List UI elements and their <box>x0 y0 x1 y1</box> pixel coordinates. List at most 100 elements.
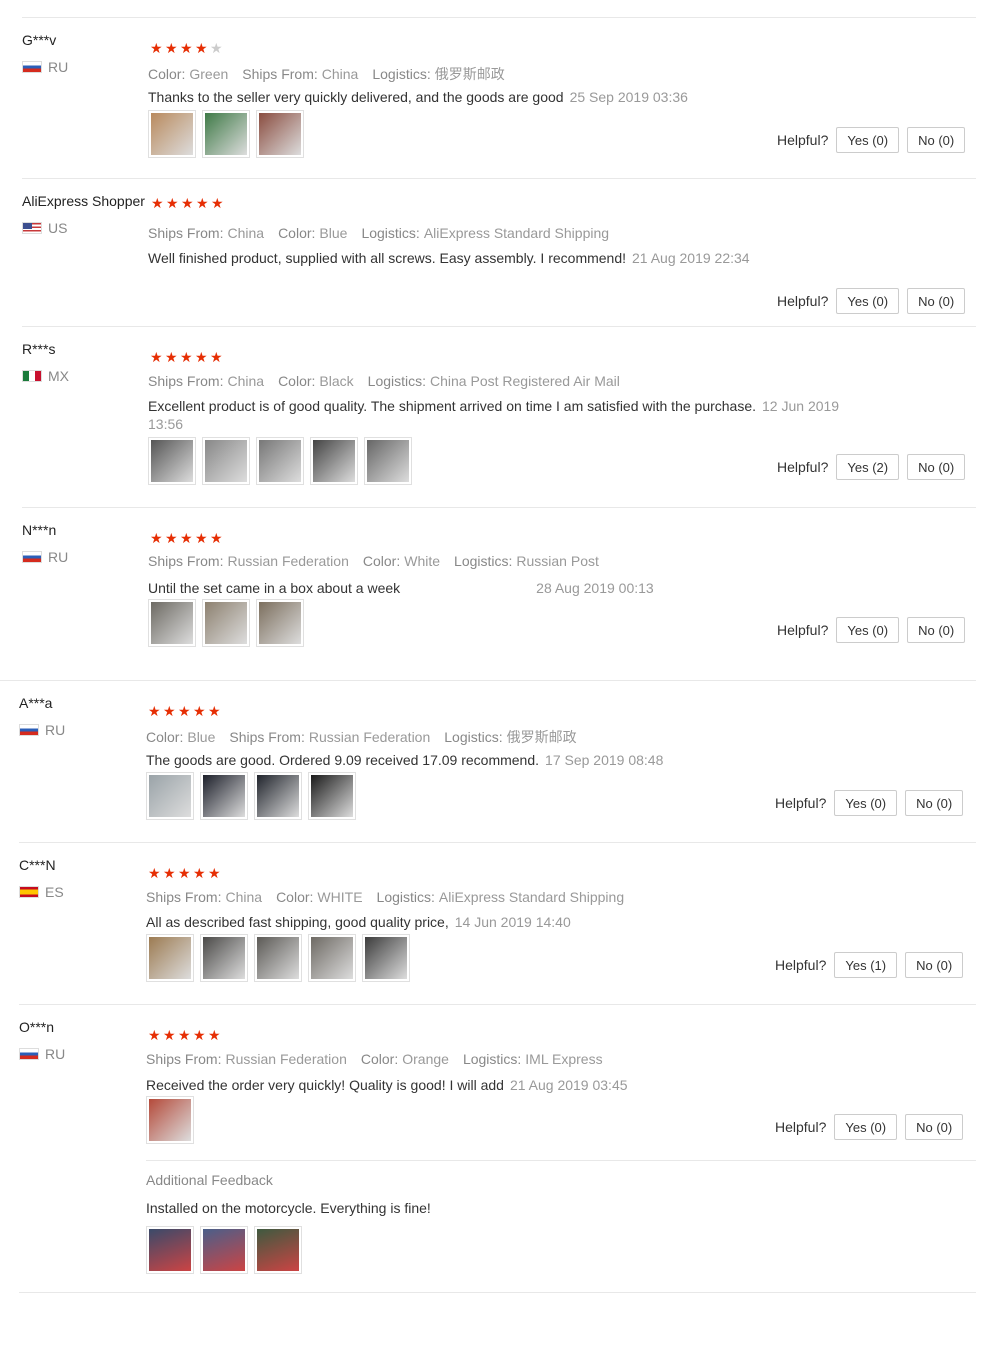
photo-thumbnail[interactable] <box>254 1226 302 1274</box>
meta-value: Green <box>189 66 229 82</box>
photo-thumbnail[interactable] <box>146 1096 194 1144</box>
photo-thumbnail[interactable] <box>308 934 356 982</box>
photo-thumbnail[interactable] <box>202 437 250 485</box>
photo-thumbnail[interactable] <box>148 437 196 485</box>
meta-key: Ships From: <box>242 66 318 82</box>
flag-icon <box>22 551 42 563</box>
photo-thumbnail[interactable] <box>146 772 194 820</box>
photo-thumbnail[interactable] <box>256 599 304 647</box>
star-filled-icon: ★ <box>180 40 193 56</box>
reviewer-name: G***v <box>22 32 57 48</box>
review-photos <box>148 110 304 158</box>
photo-thumbnail[interactable] <box>146 934 194 982</box>
photo-thumbnail[interactable] <box>254 772 302 820</box>
helpful-yes-button[interactable]: Yes (0) <box>836 288 900 314</box>
review-text: Received the order very quickly! Quality… <box>146 1076 628 1094</box>
helpful-yes-button[interactable]: Yes (0) <box>834 790 898 816</box>
reviewer-name: C***N <box>19 857 56 873</box>
helpful-vote: Helpful? Yes (0) No (0) <box>777 127 966 153</box>
helpful-yes-button[interactable]: Yes (0) <box>834 1114 898 1140</box>
photo-thumbnail[interactable] <box>148 110 196 158</box>
review-meta: Ships From: Russian Federation Color: Orang… <box>146 1051 617 1067</box>
star-filled-icon: ★ <box>193 703 206 719</box>
photo-thumbnail[interactable] <box>148 599 196 647</box>
meta-value: Orange <box>402 1051 449 1067</box>
photo-thumbnail[interactable] <box>256 437 304 485</box>
helpful-label: Helpful? <box>777 293 829 309</box>
photo-thumbnail[interactable] <box>200 1226 248 1274</box>
helpful-no-button[interactable]: No (0) <box>905 1114 964 1140</box>
reviewer-country: RU <box>22 549 68 565</box>
photo-thumbnail[interactable] <box>146 1226 194 1274</box>
meta-logistics: Logistics: China Post Registered Air Mail <box>368 373 620 389</box>
star-filled-icon: ★ <box>195 40 208 56</box>
meta-color: Color: Black <box>278 373 354 389</box>
photo-thumbnail[interactable] <box>202 110 250 158</box>
reviewer-country: RU <box>19 1046 65 1062</box>
photo-thumbnail[interactable] <box>308 772 356 820</box>
review-photos <box>148 437 412 485</box>
helpful-no-button[interactable]: No (0) <box>905 790 964 816</box>
reviewer-country: RU <box>19 722 65 738</box>
star-filled-icon: ★ <box>211 195 224 211</box>
star-filled-icon: ★ <box>193 865 206 881</box>
helpful-label: Helpful? <box>777 622 829 638</box>
flag-icon <box>22 61 42 73</box>
meta-color: Color: Blue <box>278 225 347 241</box>
helpful-no-button[interactable]: No (0) <box>905 952 964 978</box>
photo-thumbnail[interactable] <box>364 437 412 485</box>
additional-photos <box>146 1226 302 1274</box>
helpful-vote: Helpful? Yes (2) No (0) <box>777 454 966 480</box>
meta-ships-from: Ships From: Russian Federation <box>148 553 349 569</box>
meta-key: Ships From: <box>148 225 224 241</box>
meta-key: Ships From: <box>148 373 224 389</box>
meta-value: China <box>227 225 265 241</box>
review-divider <box>19 1292 976 1293</box>
photo-thumbnail[interactable] <box>200 772 248 820</box>
star-filled-icon: ★ <box>178 703 191 719</box>
reviewer-country: ES <box>19 884 64 900</box>
meta-logistics: Logistics: 俄罗斯邮政 <box>372 66 504 82</box>
review-photos <box>146 1096 194 1144</box>
star-filled-icon: ★ <box>166 195 179 211</box>
star-filled-icon: ★ <box>178 1027 191 1043</box>
star-filled-icon: ★ <box>165 530 178 546</box>
star-rating: ★ ★ ★ ★ ★ <box>150 41 224 55</box>
helpful-no-button[interactable]: No (0) <box>907 288 966 314</box>
meta-key: Logistics: <box>361 225 420 241</box>
helpful-no-button[interactable]: No (0) <box>907 127 966 153</box>
meta-key: Logistics: <box>376 889 435 905</box>
flag-icon <box>19 724 39 736</box>
helpful-yes-button[interactable]: Yes (0) <box>836 617 900 643</box>
meta-value: China Post Registered Air Mail <box>430 373 620 389</box>
review-divider <box>19 842 976 843</box>
helpful-yes-button[interactable]: Yes (2) <box>836 454 900 480</box>
meta-value: Russian Post <box>516 553 599 569</box>
meta-value: China <box>321 66 359 82</box>
meta-logistics: Logistics: AliExpress Standard Shipping <box>377 889 625 905</box>
star-filled-icon: ★ <box>165 40 178 56</box>
star-filled-icon: ★ <box>148 703 161 719</box>
meta-color: Color: White <box>363 553 440 569</box>
meta-value: 俄罗斯邮政 <box>506 729 577 745</box>
star-filled-icon: ★ <box>150 40 163 56</box>
reviewer-country: RU <box>22 59 68 75</box>
helpful-no-button[interactable]: No (0) <box>907 454 966 480</box>
helpful-yes-button[interactable]: Yes (0) <box>836 127 900 153</box>
photo-thumbnail[interactable] <box>256 110 304 158</box>
meta-value: Blue <box>187 729 216 745</box>
star-filled-icon: ★ <box>178 865 191 881</box>
photo-thumbnail[interactable] <box>254 934 302 982</box>
photo-thumbnail[interactable] <box>200 934 248 982</box>
photo-thumbnail[interactable] <box>310 437 358 485</box>
helpful-no-button[interactable]: No (0) <box>907 617 966 643</box>
photo-thumbnail[interactable] <box>202 599 250 647</box>
meta-ships-from: Ships From: China <box>146 889 262 905</box>
helpful-vote: Helpful? Yes (0) No (0) <box>775 790 964 816</box>
review-body: Thanks to the seller very quickly delive… <box>148 89 564 105</box>
star-empty-icon: ★ <box>210 40 223 56</box>
photo-thumbnail[interactable] <box>362 934 410 982</box>
meta-key: Ships From: <box>148 553 224 569</box>
meta-color: Color: Orange <box>361 1051 449 1067</box>
helpful-yes-button[interactable]: Yes (1) <box>834 952 898 978</box>
